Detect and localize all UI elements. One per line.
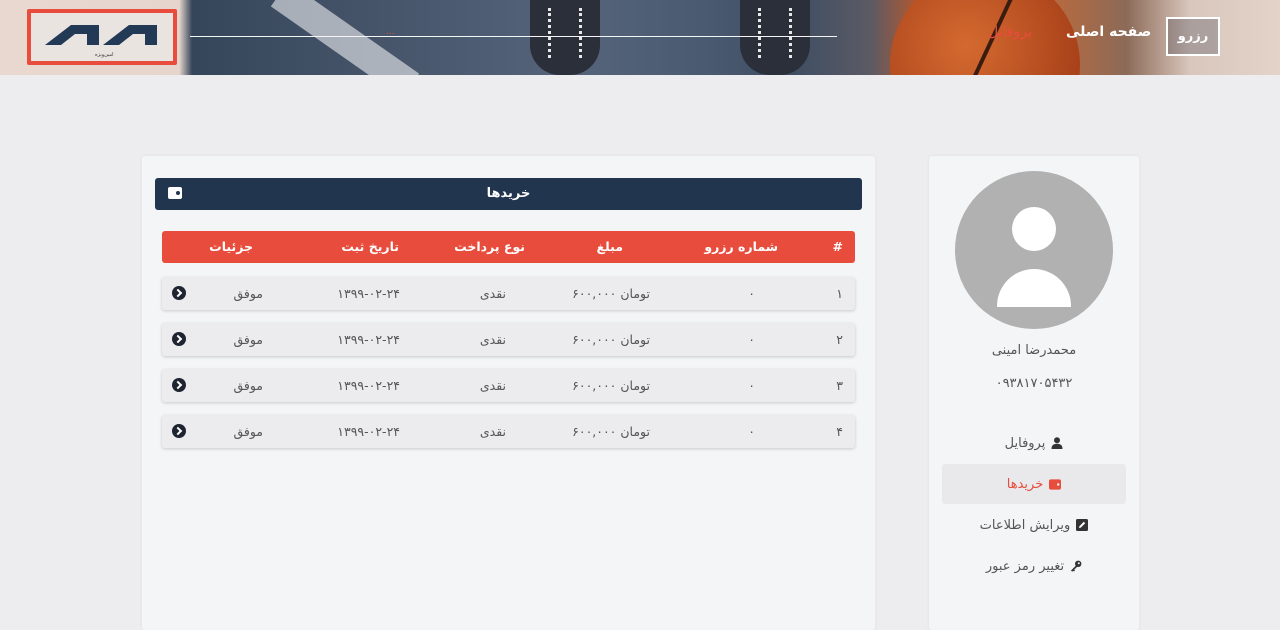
table-row: ۳ ۰ ۶۰۰,۰۰۰ تومان نقدی ۱۳۹۹-۰۲-۲۴ موفق — [162, 369, 855, 402]
user-phone: ۰۹۳۸۱۷۰۵۴۳۲ — [995, 376, 1073, 391]
section-title: خریدها — [486, 186, 531, 201]
sidebar-item-profile[interactable]: پروفایل — [942, 423, 1126, 463]
row-payment-type: نقدی — [479, 424, 506, 439]
table-row: ۲ ۰ ۶۰۰,۰۰۰ تومان نقدی ۱۳۹۹-۰۲-۲۴ موفق — [162, 323, 855, 356]
purchases-panel: خریدها # شماره رزرو مبلغ نوع پرداخت تاری… — [142, 156, 875, 630]
row-amount: ۶۰۰,۰۰۰ تومان — [572, 378, 650, 393]
row-index: ۲ — [836, 332, 843, 347]
row-amount: ۶۰۰,۰۰۰ تومان — [572, 424, 650, 439]
sidebar-item-purchases[interactable]: خریدها — [942, 464, 1126, 504]
row-date: ۱۳۹۹-۰۲-۲۴ — [337, 378, 400, 393]
row-amount: ۶۰۰,۰۰۰ تومان — [572, 286, 650, 301]
avatar-head-icon — [1012, 207, 1056, 251]
logo-subtitle: امین‌ویژه — [95, 52, 114, 58]
row-date: ۱۳۹۹-۰۲-۲۴ — [337, 424, 400, 439]
banner-basketball — [890, 0, 1080, 75]
table-row: ۱ ۰ ۶۰۰,۰۰۰ تومان نقدی ۱۳۹۹-۰۲-۲۴ موفق — [162, 277, 855, 310]
column-payment-type: نوع پرداخت — [454, 239, 525, 254]
row-payment-type: نقدی — [479, 332, 506, 347]
banner-shoe-right — [740, 0, 810, 75]
banner-decoration — [270, 0, 420, 75]
section-header: خریدها — [155, 178, 862, 210]
sidebar-menu: پروفایل خریدها ویرایش اطلاعات تغییر رمز … — [942, 423, 1126, 587]
header-banner: امین‌ویژه ... پروفایل صفحه اصلی رزرو — [0, 0, 1280, 75]
site-logo[interactable]: امین‌ویژه — [27, 9, 177, 65]
row-status: موفق — [233, 378, 263, 393]
nav-indicator: ... — [386, 27, 395, 37]
user-name: محمدرضا امینی — [991, 343, 1077, 358]
nav-link-profile[interactable]: پروفایل — [988, 24, 1032, 40]
row-index: ۴ — [836, 424, 843, 439]
nav-link-home[interactable]: صفحه اصلی — [1066, 24, 1151, 40]
row-index: ۱ — [836, 286, 843, 301]
row-date: ۱۳۹۹-۰۲-۲۴ — [337, 286, 400, 301]
row-reservation-number: ۰ — [748, 424, 755, 439]
row-details-icon[interactable] — [172, 286, 186, 300]
sidebar-item-change-password[interactable]: تغییر رمز عبور — [942, 546, 1126, 586]
profile-sidebar: محمدرضا امینی ۰۹۳۸۱۷۰۵۴۳۲ پروفایل خریدها… — [929, 156, 1139, 630]
wallet-icon — [1049, 478, 1062, 490]
banner-shoe-left — [530, 0, 600, 75]
row-details-icon[interactable] — [172, 332, 186, 346]
column-index: # — [832, 239, 843, 254]
reserve-button[interactable]: رزرو — [1166, 17, 1220, 56]
row-status: موفق — [233, 424, 263, 439]
avatar-body-icon — [997, 269, 1071, 307]
row-payment-type: نقدی — [479, 286, 506, 301]
sidebar-item-label: پروفایل — [1004, 435, 1046, 451]
avatar — [955, 171, 1113, 329]
logo-mark: امین‌ویژه — [31, 13, 173, 61]
key-icon — [1070, 560, 1082, 572]
row-reservation-number: ۰ — [748, 332, 755, 347]
sidebar-item-label: خریدها — [1006, 476, 1044, 492]
row-status: موفق — [233, 332, 263, 347]
table-header: # شماره رزرو مبلغ نوع پرداخت تاریخ ثبت ج… — [162, 231, 855, 263]
sidebar-item-label: ویرایش اطلاعات — [979, 517, 1071, 533]
sidebar-item-label: تغییر رمز عبور — [985, 558, 1065, 574]
nav-underline — [190, 36, 837, 37]
row-payment-type: نقدی — [479, 378, 506, 393]
row-date: ۱۳۹۹-۰۲-۲۴ — [337, 332, 400, 347]
edit-icon — [1076, 519, 1089, 531]
sidebar-item-edit-info[interactable]: ویرایش اطلاعات — [942, 505, 1126, 545]
row-amount: ۶۰۰,۰۰۰ تومان — [572, 332, 650, 347]
row-reservation-number: ۰ — [748, 286, 755, 301]
column-amount: مبلغ — [596, 239, 623, 254]
column-details: جزئیات — [209, 239, 253, 254]
row-index: ۳ — [836, 378, 843, 393]
user-icon — [1051, 437, 1063, 449]
row-status: موفق — [233, 286, 263, 301]
row-details-icon[interactable] — [172, 378, 186, 392]
row-details-icon[interactable] — [172, 424, 186, 438]
logo-icon — [45, 25, 157, 45]
column-reservation-number: شماره رزرو — [704, 239, 778, 254]
table-row: ۴ ۰ ۶۰۰,۰۰۰ تومان نقدی ۱۳۹۹-۰۲-۲۴ موفق — [162, 415, 855, 448]
column-date: تاریخ ثبت — [341, 239, 399, 254]
row-reservation-number: ۰ — [748, 378, 755, 393]
